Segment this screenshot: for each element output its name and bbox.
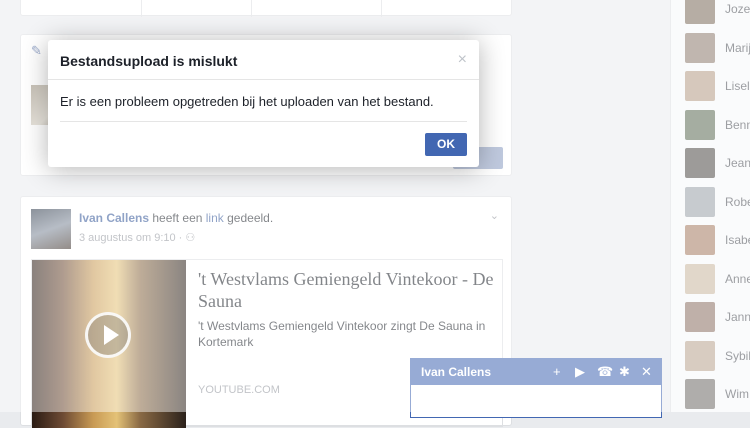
ok-button[interactable]: OK [425, 133, 467, 156]
dialog-header: Bestandsupload is mislukt × [48, 40, 479, 80]
dialog-message: Er is een probleem opgetreden bij het up… [60, 94, 434, 109]
dialog-title: Bestandsupload is mislukt [60, 53, 238, 69]
divider [60, 121, 467, 122]
close-icon[interactable]: × [458, 51, 467, 69]
upload-error-dialog: Bestandsupload is mislukt × Er is een pr… [48, 40, 479, 167]
